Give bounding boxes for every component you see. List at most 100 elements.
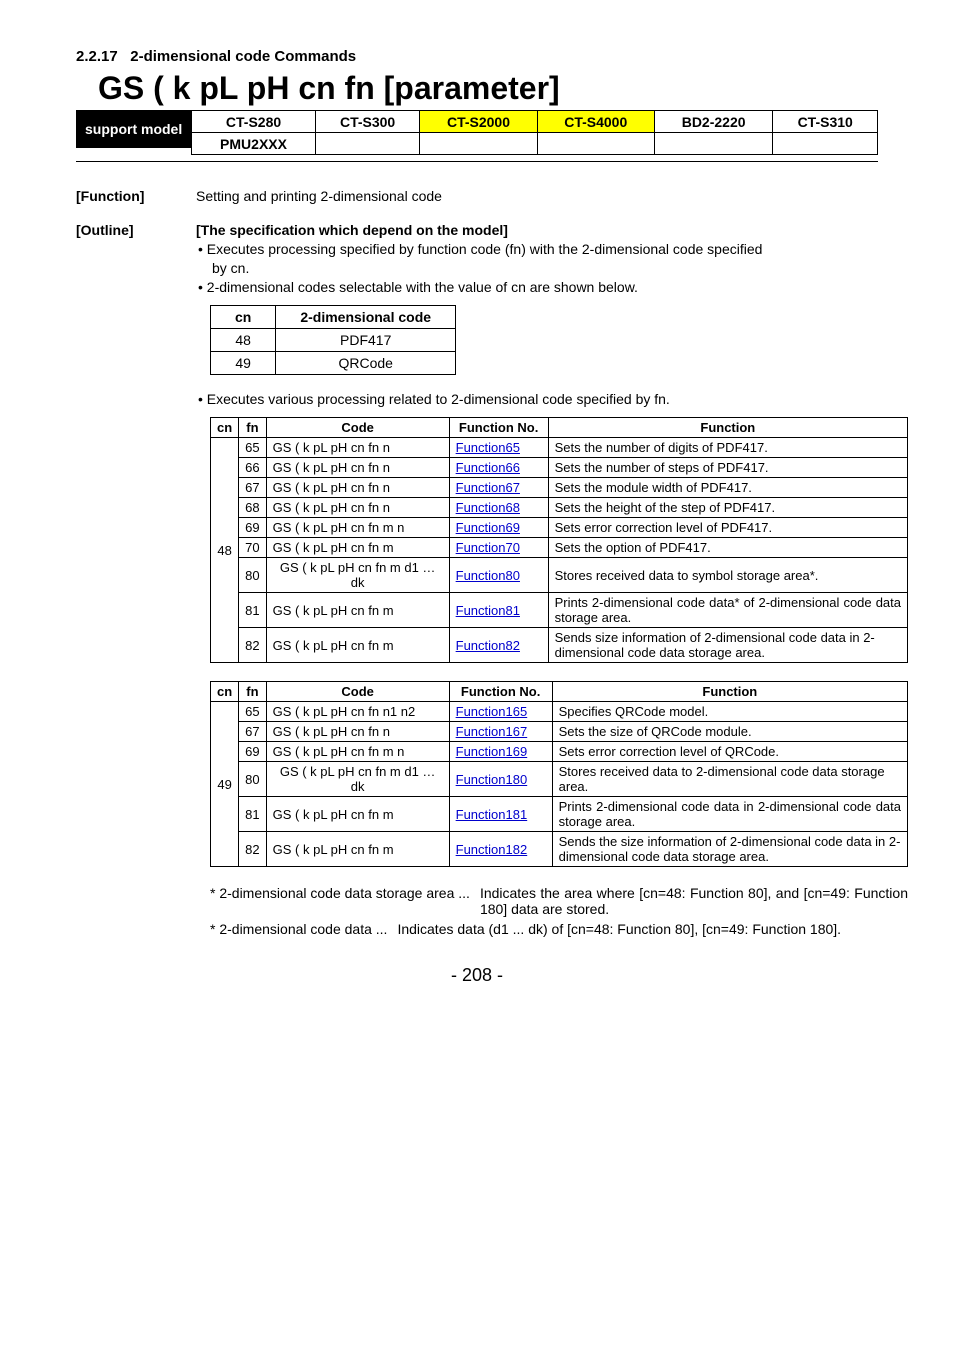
cell: QRCode	[276, 352, 456, 375]
cell: 81	[239, 797, 266, 832]
bullet: • 2-dimensional codes selectable with th…	[196, 279, 908, 295]
cell: 48	[211, 329, 276, 352]
cell: Sets the module width of PDF417.	[548, 478, 907, 498]
function-link[interactable]: Function69	[456, 520, 520, 535]
footnote-key: * 2-dimensional code data storage area .…	[210, 885, 470, 901]
cell: Stores received data to 2-dimensional co…	[552, 762, 907, 797]
cell: 69	[239, 742, 266, 762]
cell: Sends the size information of 2-dimensio…	[552, 832, 907, 867]
cell: 80	[239, 558, 266, 593]
bullet: • Executes various processing related to…	[196, 391, 908, 407]
function-table-49: cn fn Code Function No. Function 49 65 G…	[210, 681, 908, 867]
cell: Function	[548, 418, 907, 438]
cell: PDF417	[276, 329, 456, 352]
cell: GS ( k pL pH cn fn n	[266, 498, 449, 518]
outline-subtitle: [The specification which depend on the m…	[196, 222, 908, 238]
cell: GS ( k pL pH cn fn m n	[266, 742, 449, 762]
cell: 67	[239, 722, 266, 742]
cell: GS ( k pL pH cn fn m	[266, 593, 449, 628]
function-link[interactable]: Function82	[456, 638, 520, 653]
function-link[interactable]: Function65	[456, 440, 520, 455]
cell: GS ( k pL pH cn fn m	[266, 628, 449, 663]
section-heading: 2.2.17 2-dimensional code Commands	[76, 48, 878, 65]
table-row: 68 GS ( k pL pH cn fn n Function68 Sets …	[211, 498, 908, 518]
cell: 70	[239, 538, 266, 558]
cell: Specifies QRCode model.	[552, 702, 907, 722]
cell: Function No.	[449, 418, 548, 438]
divider	[76, 161, 878, 162]
function-link[interactable]: Function169	[456, 744, 528, 759]
cell: CT-S310	[773, 111, 878, 133]
function-value: Setting and printing 2-dimensional code	[196, 188, 878, 204]
table-row: 70 GS ( k pL pH cn fn m Function70 Sets …	[211, 538, 908, 558]
table-row: cn fn Code Function No. Function	[211, 682, 908, 702]
function-link[interactable]: Function182	[456, 842, 528, 857]
cell	[654, 133, 773, 155]
cell: Sets the option of PDF417.	[548, 538, 907, 558]
cell: Sets error correction level of QRCode.	[552, 742, 907, 762]
cell: GS ( k pL pH cn fn n	[266, 478, 449, 498]
table-row: 81 GS ( k pL pH cn fn m Function181 Prin…	[211, 797, 908, 832]
support-model-label: support model	[76, 110, 191, 148]
function-link[interactable]: Function181	[456, 807, 528, 822]
definitions: [Function] Setting and printing 2-dimens…	[76, 188, 878, 937]
footnote-key: * 2-dimensional code data ...	[210, 921, 387, 937]
cell: GS ( k pL pH cn fn n	[266, 722, 449, 742]
cell: 69	[239, 518, 266, 538]
section-num: 2.2.17	[76, 48, 118, 65]
cell: Stores received data to symbol storage a…	[548, 558, 907, 593]
cell: GS ( k pL pH cn fn m d1 … dk	[266, 558, 449, 593]
outline-body: [The specification which depend on the m…	[196, 222, 908, 937]
function-link[interactable]: Function66	[456, 460, 520, 475]
cell: 81	[239, 593, 266, 628]
cell	[537, 133, 654, 155]
section-title: 2-dimensional code Commands	[130, 48, 356, 65]
cell: GS ( k pL pH cn fn m d1 … dk	[266, 762, 449, 797]
table-row: cn fn Code Function No. Function	[211, 418, 908, 438]
table-row: 69 GS ( k pL pH cn fn m n Function169 Se…	[211, 742, 908, 762]
bullet-cont: by cn.	[196, 260, 908, 276]
cell: cn	[211, 682, 239, 702]
cell: cn	[211, 306, 276, 329]
cell: GS ( k pL pH cn fn n	[266, 458, 449, 478]
function-link[interactable]: Function167	[456, 724, 528, 739]
cell: Function	[552, 682, 907, 702]
cell: GS ( k pL pH cn fn m n	[266, 518, 449, 538]
cell: 82	[239, 628, 266, 663]
cell: BD2-2220	[654, 111, 773, 133]
cell: CT-S280	[192, 111, 316, 133]
function-link[interactable]: Function68	[456, 500, 520, 515]
cell: GS ( k pL pH cn fn m	[266, 538, 449, 558]
function-link[interactable]: Function67	[456, 480, 520, 495]
function-link[interactable]: Function165	[456, 704, 528, 719]
cell: 68	[239, 498, 266, 518]
footnote-val: Indicates data (d1 ... dk) of [cn=48: Fu…	[397, 921, 841, 937]
cell: 48	[211, 438, 239, 663]
table-row: CT-S280 CT-S300 CT-S2000 CT-S4000 BD2-22…	[192, 111, 878, 133]
function-key: [Function]	[76, 188, 196, 204]
cell: cn	[211, 418, 239, 438]
footnote-val: Indicates the area where [cn=48: Functio…	[480, 885, 908, 917]
cell: PMU2XXX	[192, 133, 316, 155]
cell: Sets the height of the step of PDF417.	[548, 498, 907, 518]
cell: Code	[266, 682, 449, 702]
function-link[interactable]: Function70	[456, 540, 520, 555]
function-link[interactable]: Function80	[456, 568, 520, 583]
cell: GS ( k pL pH cn fn m	[266, 797, 449, 832]
page-number: - 208 -	[76, 965, 878, 986]
cell: Function No.	[449, 682, 552, 702]
table-row: 67 GS ( k pL pH cn fn n Function67 Sets …	[211, 478, 908, 498]
support-model-table: CT-S280 CT-S300 CT-S2000 CT-S4000 BD2-22…	[191, 110, 878, 155]
footnote-1: * 2-dimensional code data storage area .…	[210, 885, 908, 917]
cell: Sets the number of steps of PDF417.	[548, 458, 907, 478]
table-row: 81 GS ( k pL pH cn fn m Function81 Print…	[211, 593, 908, 628]
cell	[773, 133, 878, 155]
outline-key: [Outline]	[76, 222, 196, 937]
cell: 80	[239, 762, 266, 797]
cell: GS ( k pL pH cn fn n1 n2	[266, 702, 449, 722]
cell: 65	[239, 438, 266, 458]
function-link[interactable]: Function81	[456, 603, 520, 618]
cell: GS ( k pL pH cn fn m	[266, 832, 449, 867]
function-link[interactable]: Function180	[456, 772, 528, 787]
support-model-bar: support model CT-S280 CT-S300 CT-S2000 C…	[76, 110, 878, 155]
